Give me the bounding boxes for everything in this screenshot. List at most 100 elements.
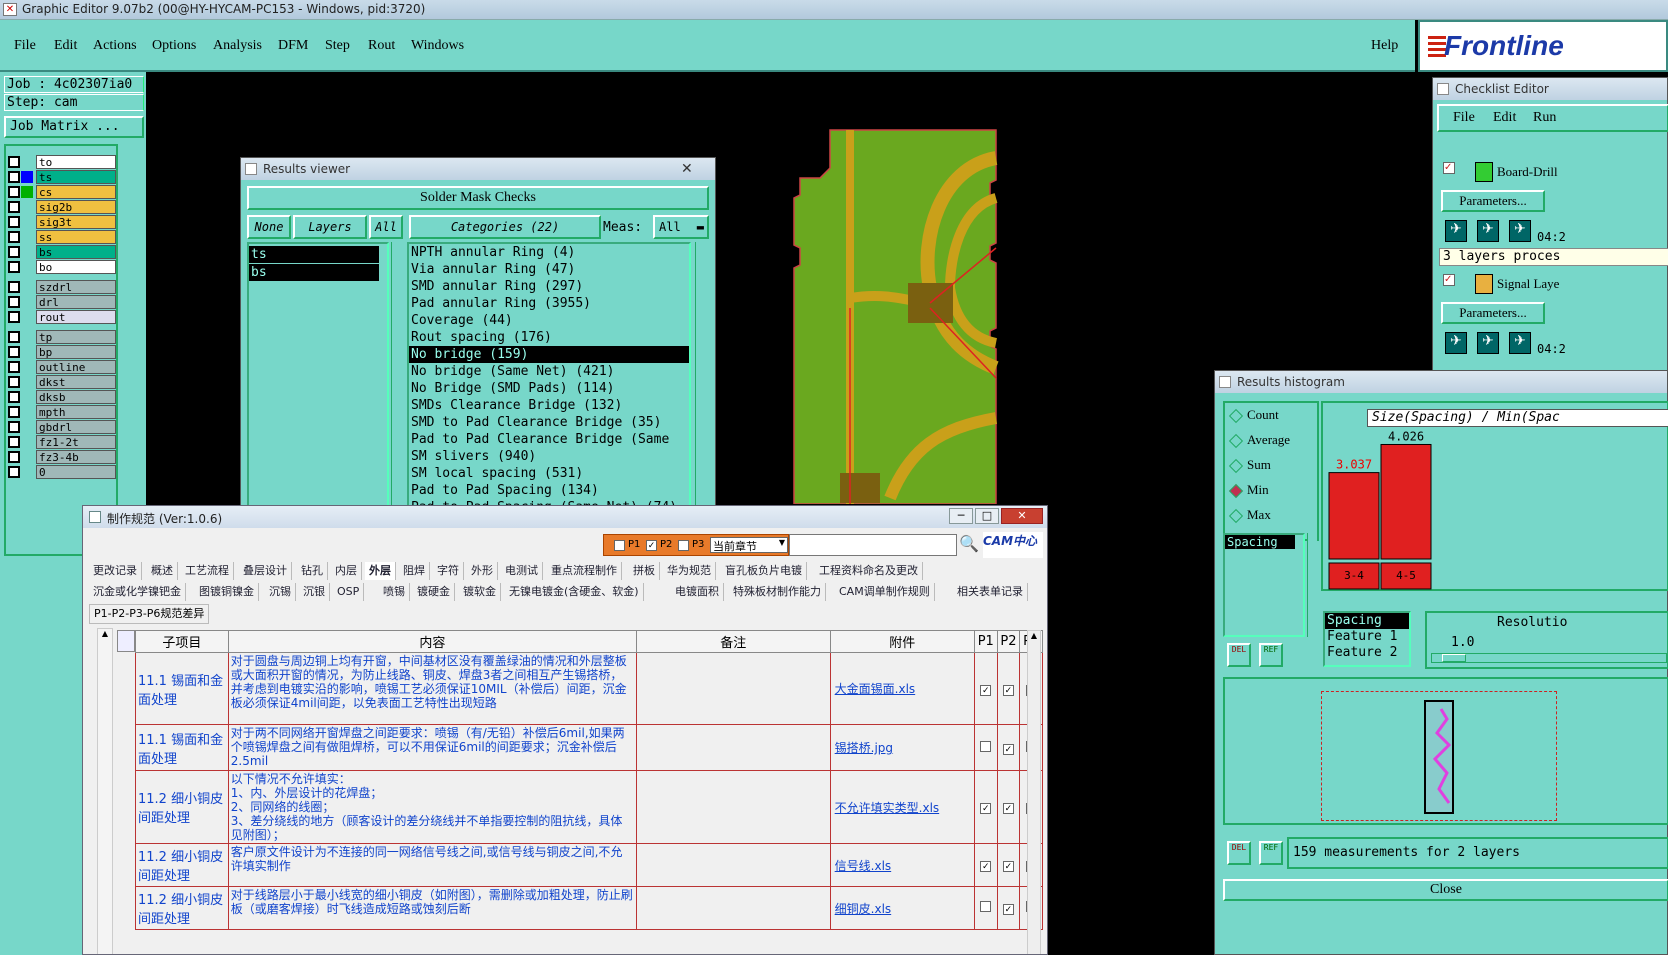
- category-item[interactable]: Pad to Pad Clearance Bridge (Same: [409, 431, 689, 448]
- layer-row-ss[interactable]: ss: [8, 230, 116, 244]
- category-item[interactable]: SMD annular Ring (297): [409, 278, 689, 295]
- menu-windows[interactable]: Windows: [411, 38, 464, 54]
- del-button-2[interactable]: DEL: [1227, 841, 1251, 865]
- layer-row-mpth[interactable]: mpth: [8, 405, 116, 419]
- resolution-slider[interactable]: [1431, 653, 1667, 663]
- category-list[interactable]: NPTH annular Ring (4) Via annular Ring (4…: [407, 242, 691, 508]
- show-icon[interactable]: ✈: [1477, 220, 1499, 242]
- menu-step[interactable]: Step: [325, 38, 350, 54]
- checklist-menu-file[interactable]: File: [1453, 110, 1475, 126]
- radio-diamond-icon[interactable]: [1228, 433, 1244, 449]
- board-preview[interactable]: [1421, 699, 1457, 815]
- p2-checkbox[interactable]: ✓: [1002, 861, 1014, 872]
- tab-无镍电镀金(含硬金、软金)[interactable]: 无镍电镀金(含硬金、软金): [505, 583, 644, 601]
- layer-row-drl[interactable]: drl: [8, 295, 116, 309]
- layer-row-rout[interactable]: rout: [8, 310, 116, 324]
- parameters-button-2[interactable]: Parameters...: [1441, 302, 1545, 324]
- p2-checkbox[interactable]: ✓: [1002, 904, 1014, 915]
- histogram-bar[interactable]: [1328, 472, 1380, 560]
- layer-row-szdrl[interactable]: szdrl: [8, 280, 116, 294]
- all-button[interactable]: All: [369, 215, 403, 239]
- layer-checkbox[interactable]: [8, 246, 20, 258]
- show-icon[interactable]: ✈: [1477, 332, 1499, 354]
- result-layer-bs[interactable]: bs: [249, 264, 379, 281]
- p1-checkbox[interactable]: [980, 740, 992, 752]
- table-row[interactable]: 11.2 细小铜皮间距处理 对于线路层小于最小线宽的细小铜皮（如附图），需删除或加…: [135, 886, 1043, 930]
- meas-dropdown[interactable]: All ▬: [653, 215, 709, 239]
- menu-help[interactable]: Help: [1371, 38, 1398, 54]
- layer-checkbox[interactable]: [8, 346, 20, 358]
- tab-华为规范[interactable]: 华为规范: [663, 562, 716, 580]
- menu-edit[interactable]: Edit: [54, 38, 77, 54]
- spec-right-scrollbar[interactable]: ▲: [1027, 630, 1041, 954]
- tab-电测试[interactable]: 电测试: [501, 562, 543, 580]
- table-row[interactable]: 11.2 细小铜皮间距处理 客户原文件设计为不连接的同一网络信号线之间,或信号线与…: [135, 843, 1043, 887]
- layer-checkbox[interactable]: [8, 261, 20, 273]
- menu-dfm[interactable]: DFM: [278, 38, 308, 54]
- stop-icon[interactable]: ✈: [1509, 332, 1531, 354]
- layer-checkbox[interactable]: [8, 186, 20, 198]
- layer-checkbox[interactable]: [8, 361, 20, 373]
- category-item[interactable]: Pad to Pad Spacing (134): [409, 482, 689, 499]
- radio-diamond-icon[interactable]: [1228, 408, 1244, 424]
- field-list[interactable]: Spacing: [1223, 533, 1305, 637]
- p1-checkbox[interactable]: ✓: [980, 861, 992, 872]
- row2-checkbox[interactable]: ✓: [1443, 274, 1455, 286]
- layer-checkbox[interactable]: [8, 406, 20, 418]
- column-header[interactable]: P2: [996, 630, 1021, 653]
- table-row[interactable]: 11.1 锡面和金面处理 对于圆盘与周边铜上均有开窗，中间基材区没有覆盖绿油的情况…: [135, 652, 1043, 725]
- field-list-item[interactable]: Spacing: [1225, 535, 1295, 549]
- tab-外层[interactable]: 外层: [365, 562, 396, 580]
- ref-button-2[interactable]: REF: [1259, 841, 1283, 865]
- spec-search-input[interactable]: [789, 534, 957, 556]
- attachment-link[interactable]: 大金面锡面.xls: [835, 682, 916, 696]
- table-row[interactable]: 11.2 细小铜皮间距处理 以下情况不允许填实： 1、内、外层设计的花焊盘； 2、…: [135, 770, 1043, 844]
- layer-row-bo[interactable]: bo: [8, 260, 116, 274]
- layer-checkbox[interactable]: [8, 281, 20, 293]
- category-item[interactable]: SMDs Clearance Bridge (132): [409, 397, 689, 414]
- column-header[interactable]: 备注: [635, 630, 831, 653]
- field-list-scrollbar[interactable]: [1307, 533, 1317, 637]
- category-item[interactable]: SM slivers (940): [409, 448, 689, 465]
- layer-checkbox[interactable]: [8, 331, 20, 343]
- layer-checkbox[interactable]: [8, 296, 20, 308]
- tab-OSP[interactable]: OSP: [333, 583, 365, 601]
- layer-row-sig2b[interactable]: sig2b: [8, 200, 116, 214]
- category-item[interactable]: SMD to Pad Clearance Bridge (35): [409, 414, 689, 431]
- p1-checkbox[interactable]: [614, 540, 625, 551]
- column-header[interactable]: 附件: [829, 630, 975, 653]
- table-row[interactable]: 11.1 锡面和金面处理 对于两不同网络开窗焊盘之间距要求：喷锡（有/无铅）补偿后…: [135, 724, 1043, 771]
- category-item[interactable]: SM local spacing (531): [409, 465, 689, 482]
- feature1-field[interactable]: Feature 1: [1325, 629, 1409, 645]
- p1-checkbox[interactable]: [980, 901, 992, 912]
- tab-阻焊[interactable]: 阻焊: [399, 562, 430, 580]
- tab-特殊板材制作能力[interactable]: 特殊板材制作能力: [729, 583, 826, 601]
- tab-p1-p6[interactable]: P1-P2-P3-P6规范差异: [89, 604, 210, 624]
- tab-字符[interactable]: 字符: [433, 562, 464, 580]
- p2-checkbox[interactable]: ✓: [646, 540, 657, 551]
- layer-row-dkst[interactable]: dkst: [8, 375, 116, 389]
- tab-沉金或化学镍钯金[interactable]: 沉金或化学镍钯金: [89, 583, 186, 601]
- menu-rout[interactable]: Rout: [368, 38, 395, 54]
- result-layer-ts[interactable]: ts: [249, 246, 379, 263]
- layer-row-cs[interactable]: cs: [8, 185, 116, 199]
- menu-options[interactable]: Options: [152, 38, 196, 54]
- layer-checkbox[interactable]: [8, 171, 20, 183]
- none-button[interactable]: None: [247, 215, 291, 239]
- tab-图镀铜镍金[interactable]: 图镀铜镍金: [195, 583, 259, 601]
- menu-file[interactable]: File: [14, 38, 36, 54]
- tab-外形[interactable]: 外形: [467, 562, 498, 580]
- parameters-button-1[interactable]: Parameters...: [1441, 190, 1545, 212]
- radio-diamond-icon[interactable]: [1228, 458, 1244, 474]
- tab-概述[interactable]: 概述: [147, 562, 178, 580]
- layer-row-dksb[interactable]: dksb: [8, 390, 116, 404]
- layer-row-outline[interactable]: outline: [8, 360, 116, 374]
- layer-checkbox[interactable]: [8, 216, 20, 228]
- stop-icon[interactable]: ✈: [1509, 220, 1531, 242]
- layer-checkbox[interactable]: [8, 466, 20, 478]
- tab-工程资料命名及更改[interactable]: 工程资料命名及更改: [815, 562, 923, 580]
- category-item[interactable]: No bridge (159): [409, 346, 689, 363]
- spacing-field[interactable]: Spacing: [1325, 613, 1409, 629]
- layer-row-fz1-2t[interactable]: fz1-2t: [8, 435, 116, 449]
- tab-喷锡[interactable]: 喷锡: [379, 583, 410, 601]
